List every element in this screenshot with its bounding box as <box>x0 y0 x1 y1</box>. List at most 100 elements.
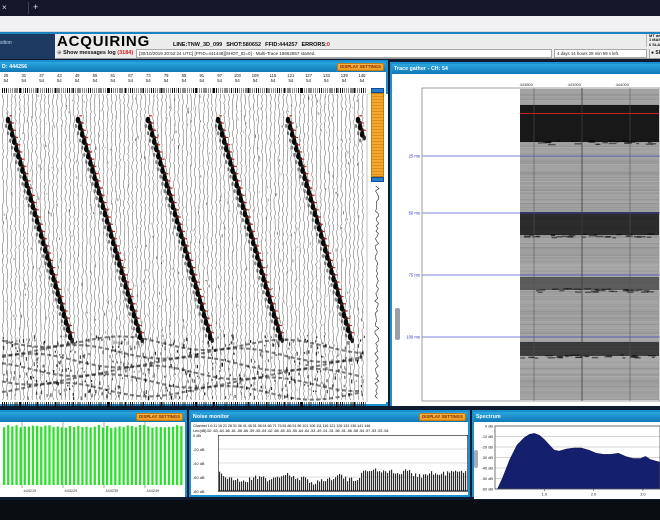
shot-display-settings-button[interactable]: DISPLAY SETTINGS <box>337 63 384 71</box>
noise-panel-title: Noise monitor <box>193 414 230 420</box>
qc-panel-titlebar[interactable]: DISPLAY SETTINGS <box>0 412 185 422</box>
svg-text:50 ms: 50 ms <box>409 211 420 216</box>
channel-label: 73 54 <box>146 73 151 83</box>
channel-label: 133 54 <box>322 73 330 83</box>
field-label: SHOT: <box>226 42 243 48</box>
svg-text:-30 dB: -30 dB <box>482 455 494 460</box>
field-value: 444257 <box>279 42 298 48</box>
messages-count-badge: (3184) <box>117 50 134 56</box>
acquisition-fields: LINE:TNW_3D_099 SHOT:580652 FFID:444257 ERR… <box>173 42 334 48</box>
tab-separator <box>28 2 29 14</box>
new-tab-icon[interactable]: + <box>33 2 38 12</box>
spectrum-panel-title: Spectrum <box>476 414 501 420</box>
noise-display-settings-button[interactable]: DISPLAY SETTINGS <box>419 413 466 421</box>
trace-gather-chart: 443800 443900 444000 25 ms 50 ms 75 ms 100 ms <box>392 74 660 406</box>
qc-display-settings-button[interactable]: DISPLAY SETTINGS <box>136 413 183 421</box>
svg-text:-20 dB: -20 dB <box>482 445 494 450</box>
channel-label: 61 54 <box>110 73 116 83</box>
svg-text:-50 dB: -50 dB <box>482 476 494 481</box>
corner-status-line: 6 SLA <box>649 41 660 47</box>
browser-tab-strip: × + <box>0 0 660 16</box>
show-button[interactable]: ● Show <box>649 49 660 58</box>
svg-text:-40 dB: -40 dB <box>482 466 494 471</box>
svg-text:0 dB: 0 dB <box>485 424 493 429</box>
channel-label: 49 54 <box>74 73 80 83</box>
shot-panel-titlebar[interactable]: D: 444256 DISPLAY SETTINGS <box>0 62 386 72</box>
field-label: LINE: <box>173 42 188 48</box>
noise-y-label: -20 dB <box>193 447 205 452</box>
zoom-scrollbar-handle[interactable] <box>371 93 384 177</box>
channel-label: 97 54 <box>217 73 222 83</box>
svg-text:2.0: 2.0 <box>591 492 597 497</box>
bottom-channel-ruler <box>2 402 366 407</box>
nav-item-acquisition[interactable]: sition <box>0 40 12 46</box>
channel-label: 43 54 <box>57 73 62 83</box>
top-channel-ruler <box>2 88 366 93</box>
show-bullet-icon: ● <box>651 50 655 56</box>
svg-text:444249: 444249 <box>147 489 160 493</box>
svg-text:3.0: 3.0 <box>640 492 646 497</box>
acquiring-status: ACQUIRING <box>57 33 151 50</box>
channel-header-labels: 25 54 31 54 37 54 43 54 49 54 55 54 61 54 67 54 73 54 79 54… <box>0 72 366 88</box>
channel-label: 91 54 <box>199 73 205 83</box>
channel-label: 31 54 <box>21 73 27 83</box>
noise-monitor-panel: Noise monitor DISPLAY SETTINGS Channel 1… <box>189 410 470 497</box>
trace-gather-panel: Trace gather - CH: 54 443800 443900 444000… <box>390 62 660 406</box>
shot-panel-title: D: 444256 <box>2 64 28 70</box>
show-label[interactable]: Show <box>655 50 660 56</box>
last-log-message: [30/10/2019 20:52:24 UTC] [FFID=441448][… <box>136 49 552 58</box>
channel-label: 109 54 <box>251 73 259 83</box>
channel-label: 37 54 <box>39 73 44 83</box>
channel-label: 145 54 <box>358 73 366 83</box>
left-nav: sition <box>0 34 55 59</box>
noise-y-label: -80 dB <box>193 489 205 494</box>
shot-record-panel: D: 444256 DISPLAY SETTINGS 25 54 31 54 37 54 4… <box>0 60 388 407</box>
messages-log-link[interactable]: ⊕ Show messages log (3184) <box>57 50 133 56</box>
gather-panel-title: Trace gather - CH: 54 <box>394 66 448 72</box>
svg-text:443800: 443800 <box>520 82 534 87</box>
channel-label: 139 54 <box>340 73 348 83</box>
screen: × + ⓘ 192.168.1.102:8000/seismic.html# ⋯… <box>0 0 660 520</box>
svg-text:-10 dB: -10 dB <box>482 434 494 439</box>
svg-text:443900: 443900 <box>568 82 582 87</box>
system-status-corner: MT de 1 MAS 6 SLA <box>646 34 660 47</box>
channel-label: 115 54 <box>269 73 277 83</box>
svg-text:444219: 444219 <box>24 489 37 493</box>
channel-label: 67 54 <box>128 73 133 83</box>
time-left-display: 4 days 14 hours 28 min 59 s left. <box>554 49 647 58</box>
shot-qc-panel: DISPLAY SETTINGS 444219 444229 444239 44424… <box>0 410 187 497</box>
shot-qc-chart: 444219 444229 444239 444249 <box>0 422 185 497</box>
channel-label: 25 54 <box>3 73 9 83</box>
noise-monitor-chart <box>218 435 468 492</box>
field-value: 0 <box>326 42 330 48</box>
svg-text:25 ms: 25 ms <box>409 154 420 159</box>
svg-text:444239: 444239 <box>106 489 119 493</box>
noise-y-label: 0 dB <box>193 433 202 438</box>
svg-text:75 ms: 75 ms <box>409 273 420 278</box>
field-label: FFID: <box>265 42 280 48</box>
channel-label: 121 54 <box>287 73 295 83</box>
messages-log-icon: ⊕ <box>57 50 62 56</box>
noise-y-label: -40 dB <box>193 461 205 466</box>
zoom-handle-bottom-cap[interactable] <box>371 177 384 182</box>
channel-label: 79 54 <box>163 73 169 83</box>
spectrum-panel-titlebar[interactable]: Spectrum <box>474 412 660 422</box>
svg-text:100 ms: 100 ms <box>406 335 420 340</box>
bottom-dark-strip <box>0 500 660 520</box>
field-label: ERRORS: <box>301 42 327 48</box>
status-banner: ACQUIRING LINE:TNW_3D_099 SHOT:580652 FFID… <box>55 33 660 59</box>
svg-text:1.0: 1.0 <box>542 492 548 497</box>
spectrum-resize-grip[interactable] <box>474 450 478 468</box>
browser-toolbar: ⓘ 192.168.1.102:8000/seismic.html# ⋯ ★ <box>0 16 660 46</box>
noise-y-label: -60 dB <box>193 475 205 480</box>
messages-log-label[interactable]: Show messages log <box>63 50 116 56</box>
gather-panel-titlebar[interactable]: Trace gather - CH: 54 <box>392 64 660 74</box>
channel-label: 85 54 <box>181 73 187 83</box>
noise-panel-titlebar[interactable]: Noise monitor DISPLAY SETTINGS <box>191 412 468 422</box>
field-value: 580652 <box>242 42 262 48</box>
noise-level-row: Lev.(dB)-52 -63 -64 -66 -61 -58 -66 -59 … <box>193 428 389 433</box>
spectrum-chart: 0 dB -10 dB -20 dB -30 dB -40 dB -50 dB -60 dB… <box>474 422 660 499</box>
field-value: TNW_3D_099 <box>187 42 223 48</box>
channel-label: 55 54 <box>92 73 98 83</box>
close-tab-icon[interactable]: × <box>2 3 7 12</box>
